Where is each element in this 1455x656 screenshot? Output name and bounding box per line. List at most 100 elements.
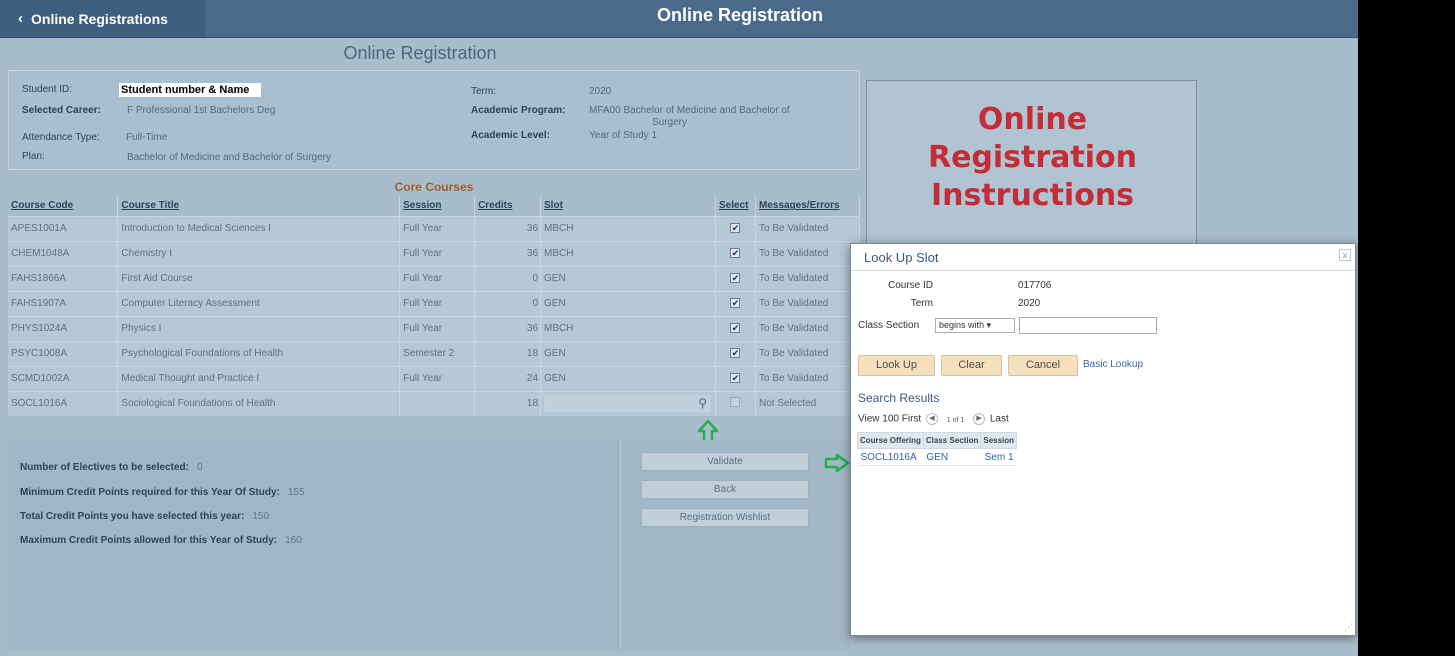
select-checkbox[interactable]: ✔ (730, 323, 741, 333)
course-session: Full Year (399, 365, 476, 391)
course-credits: 0 (474, 290, 542, 316)
resize-grip-icon[interactable]: ⋰ (1344, 622, 1353, 633)
cancel-button[interactable]: Cancel (1008, 355, 1078, 376)
course-code: PHYS1024A (8, 315, 119, 341)
course-code: FAHS1866A (8, 265, 119, 291)
attendance-value: Full-Time (126, 132, 168, 143)
course-code: SCMD1002A (8, 365, 119, 391)
term-value: 2020 (589, 86, 612, 97)
course-session: Full Year (399, 315, 476, 341)
course-credits: 18 (474, 390, 542, 416)
instructions-title: Online Registration Instructions (867, 101, 1198, 215)
look-up-button[interactable]: Look Up (858, 355, 935, 376)
program-value-cont: Surgery (652, 117, 688, 128)
select-checkbox[interactable] (730, 397, 741, 408)
chevron-down-icon: ▾ (986, 320, 992, 330)
course-slot: MBCH (540, 315, 716, 341)
max-credits-label: Maximum Credit Points allowed for this Y… (20, 535, 278, 546)
clear-button[interactable]: Clear (941, 355, 1002, 376)
result-session[interactable]: Sem 1 (980, 448, 1017, 466)
course-session: Semester 2 (399, 340, 476, 366)
attendance-label: Attendance Type: (22, 132, 100, 143)
table-row: SOCL1016A Sociological Foundations of He… (8, 390, 861, 416)
first-link[interactable]: First (902, 414, 921, 425)
table-row[interactable]: SOCL1016A GEN Sem 1 (857, 448, 1017, 466)
course-session: Full Year (399, 215, 476, 241)
app-title: Online Registration (656, 5, 824, 25)
total-credits-value: 150 (252, 511, 270, 522)
career-value: F Professional 1st Bachelors Deg (127, 105, 276, 116)
search-icon[interactable]: ⚲ (698, 396, 707, 410)
validate-button[interactable]: Validate (641, 452, 809, 471)
term-label-dialog: Term (910, 298, 933, 309)
course-slot: GEN (540, 265, 716, 291)
chevron-left-icon: ‹ (18, 10, 23, 27)
back-label: Online Registrations (31, 10, 168, 27)
electives-value: 0 (196, 462, 203, 473)
select-cell: ✔ (715, 240, 756, 266)
course-message: To Be Validated (755, 265, 861, 291)
col-class-section: Class Section (922, 432, 982, 449)
basic-lookup-link[interactable]: Basic Lookup (1083, 359, 1143, 370)
slot-lookup-input[interactable]: ⚲ (544, 395, 711, 413)
instructions-line: Registration (927, 140, 1138, 175)
col-session: Session (980, 432, 1018, 449)
course-credits: 36 (474, 215, 542, 241)
select-checkbox[interactable]: ✔ (730, 273, 741, 283)
select-checkbox[interactable]: ✔ (730, 348, 741, 358)
term-label: Term: (471, 86, 496, 97)
course-message: To Be Validated (755, 290, 861, 316)
back-to-registrations-button[interactable]: ‹ Online Registrations (0, 0, 205, 37)
top-bar: ‹ Online Registrations Online Registrati… (0, 0, 1358, 38)
search-results-title: Search Results (858, 391, 940, 405)
course-slot: GEN (540, 365, 716, 391)
course-session: Full Year (399, 265, 476, 291)
electives-label: Number of Electives to be selected: (20, 462, 189, 473)
course-title: Physics I (117, 315, 401, 341)
page-range: 1 of 1 (946, 416, 965, 424)
course-message: To Be Validated (755, 340, 861, 366)
table-row: FAHS1907A Computer Literacy Assessment F… (8, 290, 861, 316)
next-icon[interactable]: ▶ (973, 413, 986, 425)
course-message: To Be Validated (755, 240, 861, 266)
course-session: Full Year (399, 240, 476, 266)
credit-summary-panel: Number of Electives to be selected: 0 Min… (8, 440, 620, 650)
result-offering[interactable]: SOCL1016A (857, 448, 924, 466)
results-pager: View 100 First ◀ 1 of 1 ▶ Last (858, 413, 1009, 425)
course-code: FAHS1907A (8, 290, 119, 316)
page-heading: Online Registration (343, 43, 497, 63)
course-credits: 36 (474, 240, 542, 266)
course-slot: MBCH (540, 215, 716, 241)
core-courses-section: Core Courses Course Code Course Title Se… (8, 180, 861, 418)
select-cell: ✔ (715, 290, 756, 316)
back-button[interactable]: Back (641, 480, 809, 499)
class-section-operator-select[interactable]: begins with ▾ (935, 318, 1015, 333)
select-checkbox[interactable]: ✔ (730, 373, 741, 383)
level-label: Academic Level: (471, 130, 550, 141)
course-session (399, 390, 476, 416)
view-100-link[interactable]: View 100 (858, 414, 899, 425)
course-title: Medical Thought and Practice I (117, 365, 401, 391)
student-info-panel: Student ID: Student number & Name Select… (8, 70, 860, 170)
class-section-input[interactable] (1019, 317, 1157, 334)
instructions-panel[interactable]: Online Registration Instructions (866, 80, 1197, 245)
close-icon[interactable]: x (1339, 249, 1351, 261)
career-label: Selected Career: (22, 105, 101, 116)
select-checkbox[interactable]: ✔ (730, 298, 741, 308)
registration-wishlist-button[interactable]: Registration Wishlist (641, 508, 809, 527)
select-checkbox[interactable]: ✔ (730, 223, 741, 233)
select-cell: ✔ (715, 340, 756, 366)
course-slot: GEN (540, 290, 716, 316)
previous-icon[interactable]: ◀ (925, 413, 938, 425)
last-link[interactable]: Last (990, 414, 1009, 425)
total-credits-label: Total Credit Points you have selected th… (20, 511, 245, 522)
result-section[interactable]: GEN (923, 448, 981, 466)
col-course-title: Course Title (117, 196, 401, 216)
table-row: FAHS1866A First Aid Course Full Year 0 G… (8, 265, 861, 291)
plan-value: Bachelor of Medicine and Bachelor of Sur… (127, 152, 332, 163)
select-checkbox[interactable]: ✔ (730, 248, 741, 258)
instructions-line: Online (977, 102, 1088, 137)
table-row: APES1001A Introduction to Medical Scienc… (8, 215, 861, 241)
col-messages: Messages/Errors (755, 196, 861, 216)
dialog-divider (851, 270, 1355, 271)
